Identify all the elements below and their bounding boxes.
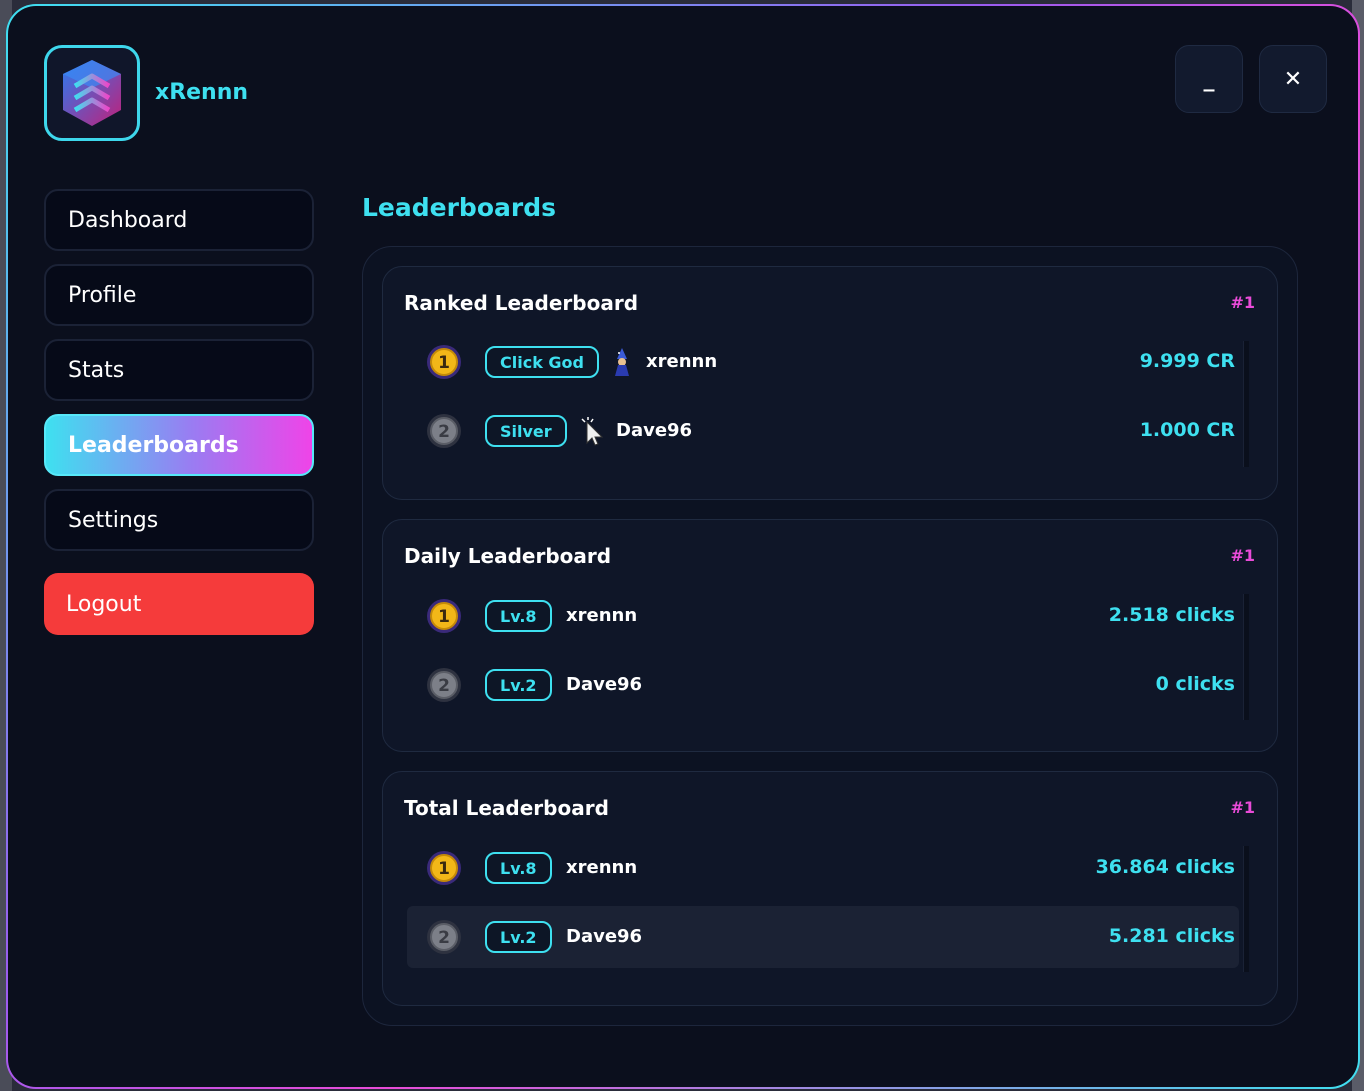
rank-badge: Click God (485, 346, 599, 378)
silver-medal-icon: 2 (427, 668, 461, 702)
level-badge: Lv.8 (485, 852, 552, 884)
card-title: Daily Leaderboard (404, 544, 612, 568)
minimize-button[interactable]: _ (1175, 45, 1243, 113)
page-title: Leaderboards (362, 193, 556, 222)
logout-button[interactable]: Logout (44, 573, 314, 635)
chevrons-logo-icon (63, 60, 121, 126)
silver-medal-icon: 2 (427, 920, 461, 954)
table-row[interactable]: 1 Lv.8 xrennn 2.518 clicks (407, 585, 1239, 647)
svg-text:2: 2 (438, 928, 450, 948)
silver-medal-icon: 2 (427, 414, 461, 448)
level-badge: Lv.2 (485, 921, 552, 953)
player-name: Dave96 (616, 420, 693, 441)
sidebar-item-settings[interactable]: Settings (44, 489, 314, 551)
svg-text:1: 1 (438, 859, 450, 879)
level-badge: Lv.2 (485, 669, 552, 701)
scrollbar[interactable] (1243, 594, 1249, 720)
gold-medal-icon: 1 (427, 599, 461, 633)
svg-text:2: 2 (438, 676, 450, 696)
score-value: 2.518 clicks (1108, 604, 1235, 626)
table-row[interactable]: 1 Click God xrennn 9.999 CR (407, 331, 1239, 393)
score-value: 36.864 clicks (1095, 856, 1235, 878)
ranked-leaderboard-card: Ranked Leaderboard #1 1 Click God xrennn… (382, 266, 1278, 500)
score-value: 9.999 CR (1139, 350, 1235, 372)
leaderboards-panel: Ranked Leaderboard #1 1 Click God xrennn… (362, 246, 1298, 1026)
username-label: xRennn (155, 80, 249, 105)
player-name: xrennn (646, 351, 718, 372)
cursor-icon (581, 417, 604, 446)
player-name: xrennn (566, 605, 638, 626)
wizard-icon (615, 348, 629, 376)
svg-text:2: 2 (438, 422, 450, 442)
level-badge: Lv.8 (485, 600, 552, 632)
scrollbar[interactable] (1243, 846, 1249, 972)
daily-leaderboard-card: Daily Leaderboard #1 1 Lv.8 xrennn 2.518… (382, 519, 1278, 752)
player-name: xrennn (566, 857, 638, 878)
score-value: 0 clicks (1155, 673, 1235, 695)
card-title: Ranked Leaderboard (404, 291, 639, 315)
card-title: Total Leaderboard (404, 796, 609, 820)
score-value: 5.281 clicks (1108, 925, 1235, 947)
player-name: Dave96 (566, 674, 643, 695)
app-window: xRennn _ ✕ Dashboard Profile Stats Leade… (6, 4, 1360, 1089)
sidebar-item-profile[interactable]: Profile (44, 264, 314, 326)
app-window-body: xRennn _ ✕ Dashboard Profile Stats Leade… (8, 6, 1358, 1087)
sidebar-item-dashboard[interactable]: Dashboard (44, 189, 314, 251)
total-leaderboard-card: Total Leaderboard #1 1 Lv.8 xrennn 36.86… (382, 771, 1278, 1006)
scrollbar[interactable] (1243, 341, 1249, 467)
table-row[interactable]: 2 Lv.2 Dave96 0 clicks (407, 654, 1239, 716)
table-row[interactable]: 2 Silver Dave96 1.000 CR (407, 400, 1239, 462)
close-button[interactable]: ✕ (1259, 45, 1327, 113)
rank-badge: Silver (485, 415, 567, 447)
table-row[interactable]: 2 Lv.2 Dave96 5.281 clicks (407, 906, 1239, 968)
rank-indicator: #1 (1230, 798, 1255, 817)
gold-medal-icon: 1 (427, 851, 461, 885)
table-row[interactable]: 1 Lv.8 xrennn 36.864 clicks (407, 837, 1239, 899)
app-logo (44, 45, 140, 141)
sidebar-item-leaderboards[interactable]: Leaderboards (44, 414, 314, 476)
gold-medal-icon: 1 (427, 345, 461, 379)
player-name: Dave96 (566, 926, 643, 947)
sidebar-item-stats[interactable]: Stats (44, 339, 314, 401)
rank-indicator: #1 (1230, 293, 1255, 312)
rank-indicator: #1 (1230, 546, 1255, 565)
svg-text:1: 1 (438, 607, 450, 627)
svg-text:1: 1 (438, 353, 450, 373)
score-value: 1.000 CR (1139, 419, 1235, 441)
